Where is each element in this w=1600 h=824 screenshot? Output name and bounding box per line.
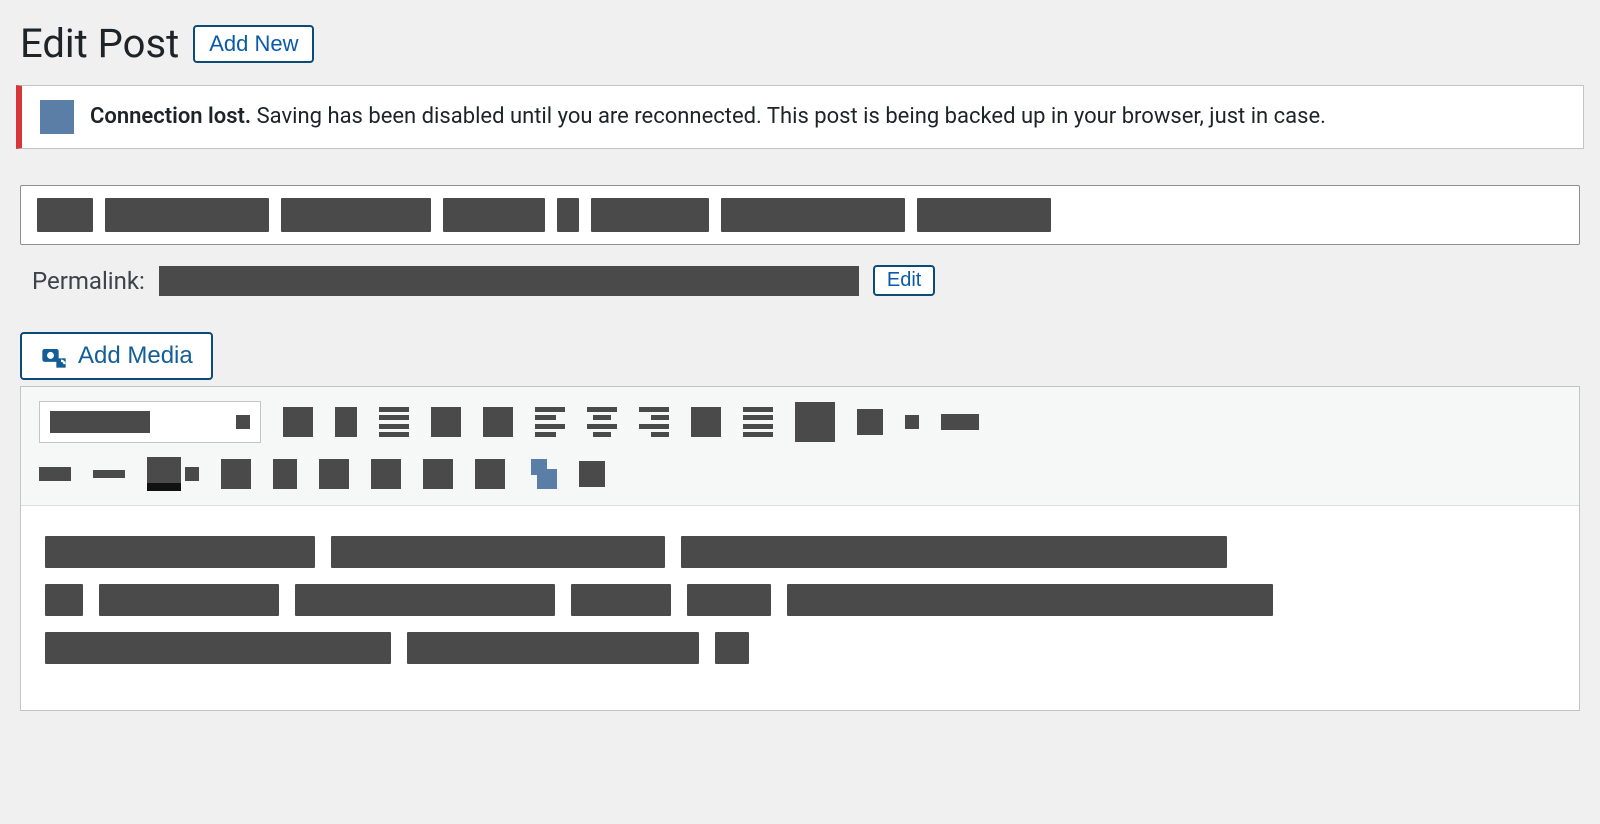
content-word xyxy=(45,632,391,664)
format-dropdown[interactable] xyxy=(39,401,261,443)
content-word xyxy=(687,584,771,616)
align-right-button[interactable] xyxy=(639,407,669,437)
clear-formatting-button[interactable] xyxy=(273,459,297,489)
editor-content[interactable] xyxy=(21,506,1579,710)
italic-button[interactable] xyxy=(335,407,357,437)
editor xyxy=(20,386,1580,711)
help-button[interactable] xyxy=(579,461,605,487)
notice-text: Connection lost. Saving has been disable… xyxy=(90,102,1326,132)
redo-button[interactable] xyxy=(527,459,557,489)
keyboard-shortcuts-button[interactable] xyxy=(941,414,979,430)
title-word xyxy=(37,198,93,232)
toolbar-toggle-button[interactable] xyxy=(795,402,835,442)
title-word xyxy=(105,198,269,232)
kitchen-sink-button[interactable] xyxy=(905,415,919,429)
notice-rest: Saving has been disabled until you are r… xyxy=(251,104,1326,129)
content-word xyxy=(45,536,315,568)
editor-toolbar xyxy=(21,387,1579,506)
title-word xyxy=(443,198,545,232)
permalink-url[interactable] xyxy=(159,266,859,296)
bold-button[interactable] xyxy=(283,407,313,437)
warning-icon xyxy=(40,100,74,134)
align-left-button[interactable] xyxy=(535,407,565,437)
post-title-input[interactable] xyxy=(20,185,1580,245)
read-more-button[interactable] xyxy=(743,407,773,437)
paste-text-button[interactable] xyxy=(221,459,251,489)
chevron-down-icon xyxy=(236,415,250,429)
content-word xyxy=(295,584,555,616)
title-word xyxy=(591,198,709,232)
special-char-button[interactable] xyxy=(319,459,349,489)
bulleted-list-button[interactable] xyxy=(379,407,409,437)
camera-icon xyxy=(40,342,68,370)
page-title: Edit Post xyxy=(20,20,179,67)
content-word xyxy=(787,584,1273,616)
content-word xyxy=(99,584,279,616)
content-word xyxy=(715,632,749,664)
format-dropdown-value xyxy=(50,411,150,433)
add-media-label: Add Media xyxy=(78,342,193,370)
strikethrough-button[interactable] xyxy=(39,467,71,481)
undo-button[interactable] xyxy=(475,459,505,489)
title-word xyxy=(917,198,1051,232)
add-new-button[interactable]: Add New xyxy=(193,25,314,63)
connection-lost-notice: Connection lost. Saving has been disable… xyxy=(16,85,1584,149)
edit-permalink-button[interactable]: Edit xyxy=(873,265,935,296)
notice-strong: Connection lost. xyxy=(90,104,251,129)
fullscreen-button[interactable] xyxy=(857,409,883,435)
numbered-list-button[interactable] xyxy=(431,407,461,437)
title-word xyxy=(721,198,905,232)
align-center-button[interactable] xyxy=(587,407,617,437)
blockquote-button[interactable] xyxy=(483,407,513,437)
title-word xyxy=(557,198,579,232)
content-word xyxy=(45,584,83,616)
outdent-button[interactable] xyxy=(371,459,401,489)
text-color-button[interactable] xyxy=(147,457,199,491)
permalink-label: Permalink: xyxy=(32,267,145,295)
horizontal-rule-button[interactable] xyxy=(93,470,125,478)
title-word xyxy=(281,198,431,232)
content-word xyxy=(407,632,699,664)
content-word xyxy=(331,536,665,568)
indent-button[interactable] xyxy=(423,459,453,489)
chevron-down-icon xyxy=(185,467,199,481)
add-media-button[interactable]: Add Media xyxy=(20,332,213,380)
content-word xyxy=(681,536,1227,568)
content-word xyxy=(571,584,671,616)
link-button[interactable] xyxy=(691,407,721,437)
